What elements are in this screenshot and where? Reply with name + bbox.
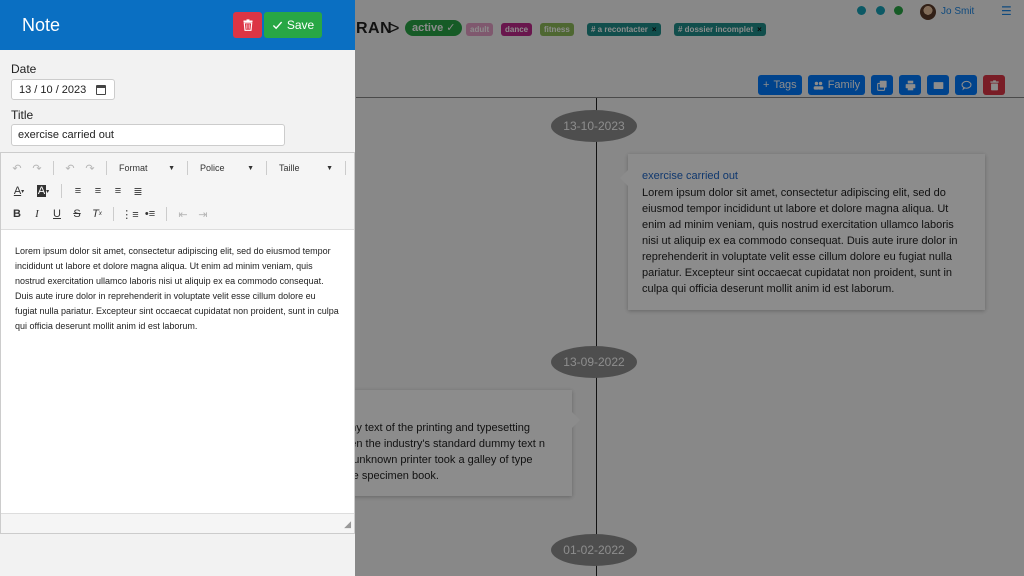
toolbar-separator [266, 161, 267, 175]
toolbar-separator [106, 161, 107, 175]
save-button[interactable]: Save [264, 12, 322, 38]
trash-icon [243, 19, 252, 31]
clear-format-icon[interactable]: Tx [89, 206, 105, 222]
undo-icon[interactable]: ↶ [9, 160, 25, 176]
caret-down-icon: ▼ [168, 164, 175, 172]
numbered-list-icon[interactable]: ⋮≡ [121, 206, 138, 222]
caret-down-icon: ▼ [326, 164, 333, 172]
resize-handle-icon[interactable]: ◢ [344, 519, 351, 530]
strikethrough-icon[interactable]: S [69, 206, 85, 222]
drawer-title: Note [22, 14, 61, 35]
caret-down-icon: ▼ [247, 164, 254, 172]
toolbar-separator [166, 207, 167, 221]
toolbar-separator [113, 207, 114, 221]
date-label: Date [11, 62, 37, 76]
indent-icon[interactable]: ⇥ [195, 206, 211, 222]
align-left-icon[interactable]: ≡ [70, 183, 86, 199]
align-justify-icon[interactable]: ≣ [130, 183, 146, 199]
date-input[interactable]: 13 / 10 / 2023 [11, 79, 115, 100]
toolbar-separator [53, 161, 54, 175]
drawer-header: Note Save [0, 0, 355, 50]
rich-text-editor: ↶ ↷ ↶ ↷ Format ▼ Police ▼ Taille ▼ A ▾ A ▾ ≡ … [0, 152, 355, 534]
editor-statusbar: ◢ [1, 513, 354, 533]
title-input[interactable]: exercise carried out [11, 124, 285, 146]
redo-alt-icon[interactable]: ↷ [82, 160, 98, 176]
toolbar-separator [61, 184, 62, 198]
note-drawer: Note Save Date 13 / 10 / 2023 Title exer… [0, 0, 355, 576]
delete-note-button[interactable] [233, 12, 262, 38]
italic-icon[interactable]: I [29, 206, 45, 222]
toolbar-separator [345, 161, 346, 175]
underline-icon[interactable]: U [49, 206, 65, 222]
title-label: Title [11, 108, 34, 122]
size-dropdown[interactable]: Taille ▼ [275, 160, 337, 176]
text-color-icon[interactable]: A ▾ [9, 183, 29, 199]
outdent-icon[interactable]: ⇤ [175, 206, 191, 222]
font-dropdown[interactable]: Police ▼ [196, 160, 258, 176]
calendar-icon[interactable] [96, 85, 106, 95]
editor-toolbar: ↶ ↷ ↶ ↷ Format ▼ Police ▼ Taille ▼ A ▾ A ▾ ≡ … [1, 153, 354, 230]
align-right-icon[interactable]: ≡ [110, 183, 126, 199]
align-center-icon[interactable]: ≡ [90, 183, 106, 199]
format-dropdown[interactable]: Format ▼ [115, 160, 179, 176]
check-icon [272, 21, 282, 29]
highlight-color-icon[interactable]: A ▾ [33, 183, 53, 199]
editor-content[interactable]: Lorem ipsum dolor sit amet, consectetur … [1, 230, 354, 348]
toolbar-separator [187, 161, 188, 175]
redo-icon[interactable]: ↷ [29, 160, 45, 176]
undo-alt-icon[interactable]: ↶ [62, 160, 78, 176]
bold-icon[interactable]: B [9, 206, 25, 222]
bulleted-list-icon[interactable]: •≡ [142, 206, 158, 222]
